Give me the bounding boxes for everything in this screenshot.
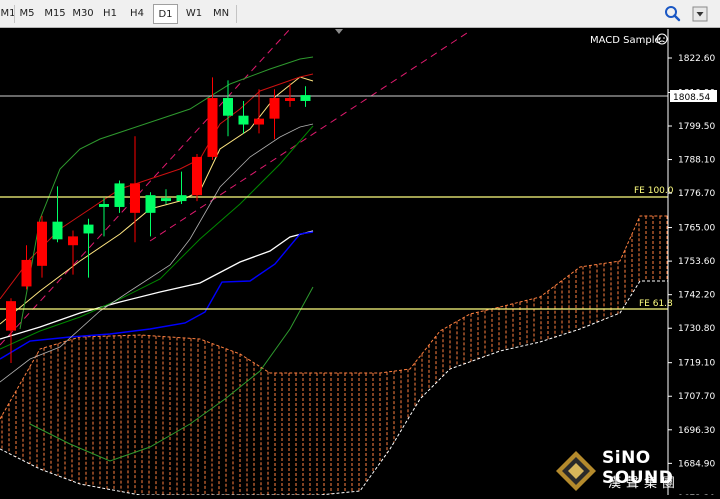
timeframe-h4[interactable]: H4 <box>125 4 149 24</box>
price-axis-label: 1696.30 <box>678 426 715 436</box>
price-axis-label: 1753.60 <box>678 257 715 267</box>
search-icon[interactable] <box>663 4 683 24</box>
candle-body <box>52 221 63 240</box>
brand-name-chinese: 漢聲集團 <box>608 476 681 491</box>
candle-body <box>114 183 125 207</box>
candle-body <box>300 95 311 101</box>
timeframe-h1[interactable]: H1 <box>98 4 122 24</box>
dropdown-icon[interactable] <box>690 4 710 24</box>
price-axis-label: 1799.50 <box>678 122 715 132</box>
price-axis-label: 1776.70 <box>678 189 715 199</box>
timeframe-toolbar: M1 M5 M15 M30 H1 H4 D1 W1 MN <box>0 0 720 28</box>
timeframe-m15[interactable]: M15 <box>42 4 68 24</box>
candle-body <box>238 115 249 125</box>
candle-body <box>223 98 233 116</box>
candle-body <box>254 118 264 125</box>
toolbar-divider <box>236 5 237 23</box>
timeframe-m30[interactable]: M30 <box>70 4 96 24</box>
candle-body <box>21 259 32 287</box>
chart-shift-marker[interactable] <box>335 29 343 34</box>
timeframe-d1[interactable]: D1 <box>153 4 178 24</box>
price-axis-label: 1730.80 <box>678 324 715 334</box>
price-axis-label: 1719.10 <box>678 359 715 369</box>
candle-body <box>130 183 140 213</box>
candle-body <box>6 301 16 331</box>
price-axis-label: 1788.10 <box>678 156 715 166</box>
candlestick-series <box>6 77 311 363</box>
price-axis: 1822.601810.901799.501788.101776.701765.… <box>668 54 715 499</box>
candle-body <box>285 98 295 101</box>
candle-body <box>176 195 187 202</box>
indicator-label: MACD Sample <box>590 35 661 46</box>
current-price-value: 1808.54 <box>673 93 710 103</box>
candle-body <box>207 98 218 157</box>
price-axis-label: 1742.20 <box>678 291 715 301</box>
timeframe-mn[interactable]: MN <box>208 4 234 24</box>
diamond-logo-icon <box>556 451 596 491</box>
price-chart-canvas: FE 100.0 FE 61.8 MACD Sample 1822.601810… <box>0 28 717 499</box>
candle-body <box>83 224 94 234</box>
price-chart[interactable]: FE 100.0 FE 61.8 MACD Sample 1822.601810… <box>0 28 720 499</box>
candle-body <box>99 204 109 207</box>
channel-upper-line[interactable] <box>0 28 291 346</box>
channel-lower-line[interactable] <box>149 30 471 242</box>
candle-body <box>192 156 202 196</box>
candle-body <box>161 198 171 202</box>
price-axis-label: 1822.60 <box>678 54 715 64</box>
candle-body <box>269 98 280 119</box>
timeframe-m5[interactable]: M5 <box>14 4 40 24</box>
timeframe-w1[interactable]: W1 <box>181 4 207 24</box>
candle-body <box>37 221 47 266</box>
brand-logo: SiNO SOUND 漢聲集團 <box>550 447 720 495</box>
price-axis-label: 1707.70 <box>678 392 715 402</box>
candle-body <box>145 195 156 213</box>
price-axis-label: 1765.00 <box>678 224 715 234</box>
candle-body <box>68 236 78 246</box>
